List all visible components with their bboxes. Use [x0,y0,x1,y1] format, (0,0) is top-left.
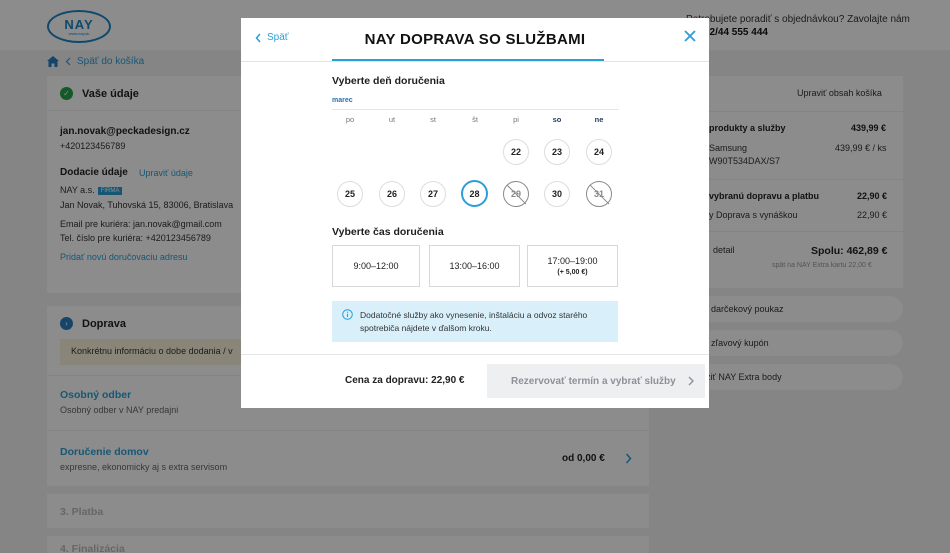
calendar-day[interactable]: 26 [379,181,405,207]
delivery-modal: Späť NAY DOPRAVA SO SLUŽBAMI Vyberte deň… [241,18,709,408]
calendar-day[interactable]: 30 [544,181,570,207]
calendar-day-selected[interactable]: 28 [461,180,488,207]
calendar-day-disabled: 29 [503,181,529,207]
modal-header-divider [241,61,709,62]
calendar-day[interactable]: 27 [420,181,446,207]
day-heading: Vyberte deň doručenia [332,75,445,87]
calendar-day[interactable]: 25 [337,181,363,207]
info-text: Dodatočné služby ako vynesenie, inštalác… [360,310,588,333]
time-slot[interactable]: 17:00–19:00 (+ 5,00 €) [527,245,618,287]
calendar-day[interactable]: 24 [586,139,612,165]
close-icon[interactable] [683,29,697,43]
time-heading: Vyberte čas doručenia [332,226,444,238]
info-box: Dodatočné služby ako vynesenie, inštalác… [332,301,618,342]
chevron-right-icon [688,376,694,386]
weekday-label: st [430,115,436,124]
slot-time: 17:00–19:00 [547,256,598,266]
calendar-day-disabled: 31 [586,181,612,207]
calendar-day[interactable]: 22 [503,139,529,165]
modal-title: NAY DOPRAVA SO SLUŽBAMI [364,31,586,48]
weekday-label: št [472,115,478,124]
weekday-label: pi [513,115,519,124]
slot-extra-price: (+ 5,00 €) [557,269,588,276]
modal-title-underline [332,59,604,61]
weekday-label: ut [388,115,396,124]
weekday-label: so [552,115,562,124]
time-slot[interactable]: 9:00–12:00 [332,245,420,287]
weekday-label: po [345,115,355,124]
modal-footer-divider [241,354,709,355]
weekday-label: ne [594,115,604,124]
slot-time: 9:00–12:00 [353,261,399,271]
info-icon [342,309,353,320]
calendar-day[interactable]: 23 [544,139,570,165]
time-slot[interactable]: 13:00–16:00 [429,245,520,287]
reserve-button[interactable]: Rezervovať termín a vybrať služby [487,364,705,398]
calendar-divider [332,109,619,110]
shipping-price: Cena za dopravu: 22,90 € [345,375,465,386]
slot-time: 13:00–16:00 [449,261,500,271]
month-label: marec [332,97,353,104]
reserve-label: Rezervovať termín a vybrať služby [511,375,676,387]
